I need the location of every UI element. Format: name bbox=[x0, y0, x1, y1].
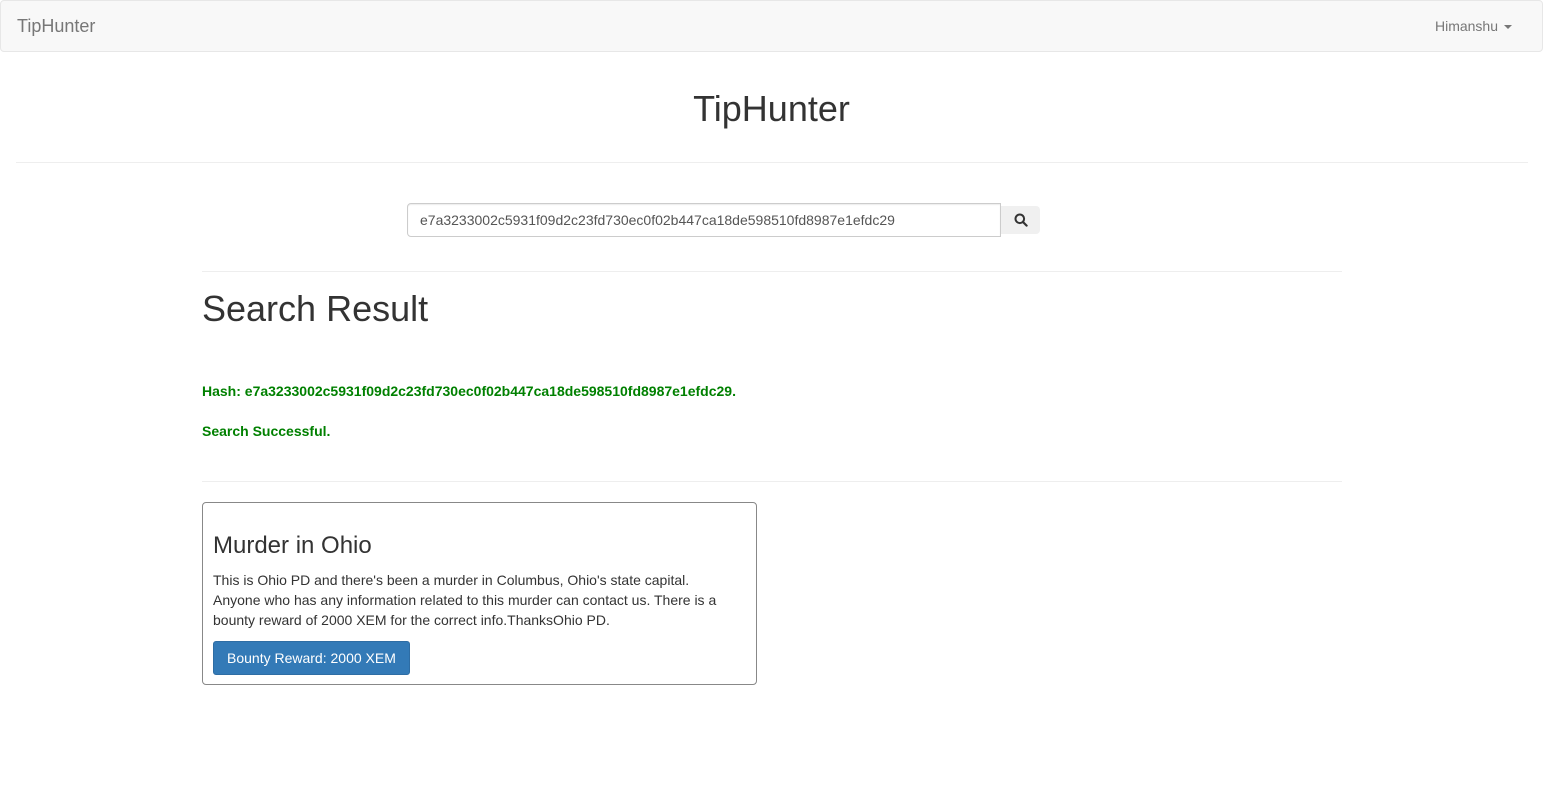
caret-down-icon bbox=[1504, 24, 1512, 29]
navbar-brand-link[interactable]: TipHunter bbox=[17, 16, 95, 37]
tip-card: Murder in Ohio This is Ohio PD and there… bbox=[202, 502, 757, 685]
tip-card-description: This is Ohio PD and there's been a murde… bbox=[213, 572, 717, 628]
tip-card-title: Murder in Ohio bbox=[213, 532, 372, 559]
header-divider bbox=[16, 162, 1528, 163]
user-name-label: Himanshu bbox=[1434, 18, 1498, 34]
top-navbar: TipHunter Himanshu bbox=[0, 0, 1543, 52]
search-icon bbox=[1014, 213, 1028, 227]
search-form bbox=[407, 203, 1040, 237]
search-button[interactable] bbox=[1001, 206, 1040, 234]
user-dropdown-toggle[interactable]: Himanshu bbox=[1435, 18, 1512, 34]
bounty-reward-button[interactable]: Bounty Reward: 2000 XEM bbox=[213, 641, 410, 675]
search-status-message: Search Successful. bbox=[202, 423, 331, 439]
search-result-heading: Search Result bbox=[202, 288, 429, 329]
result-divider bbox=[202, 481, 1342, 482]
search-divider bbox=[202, 271, 1342, 272]
hash-search-input[interactable] bbox=[407, 203, 1001, 237]
page-title: TipHunter bbox=[693, 88, 850, 129]
hash-message: Hash: e7a3233002c5931f09d2c23fd730ec0f02… bbox=[202, 383, 736, 399]
